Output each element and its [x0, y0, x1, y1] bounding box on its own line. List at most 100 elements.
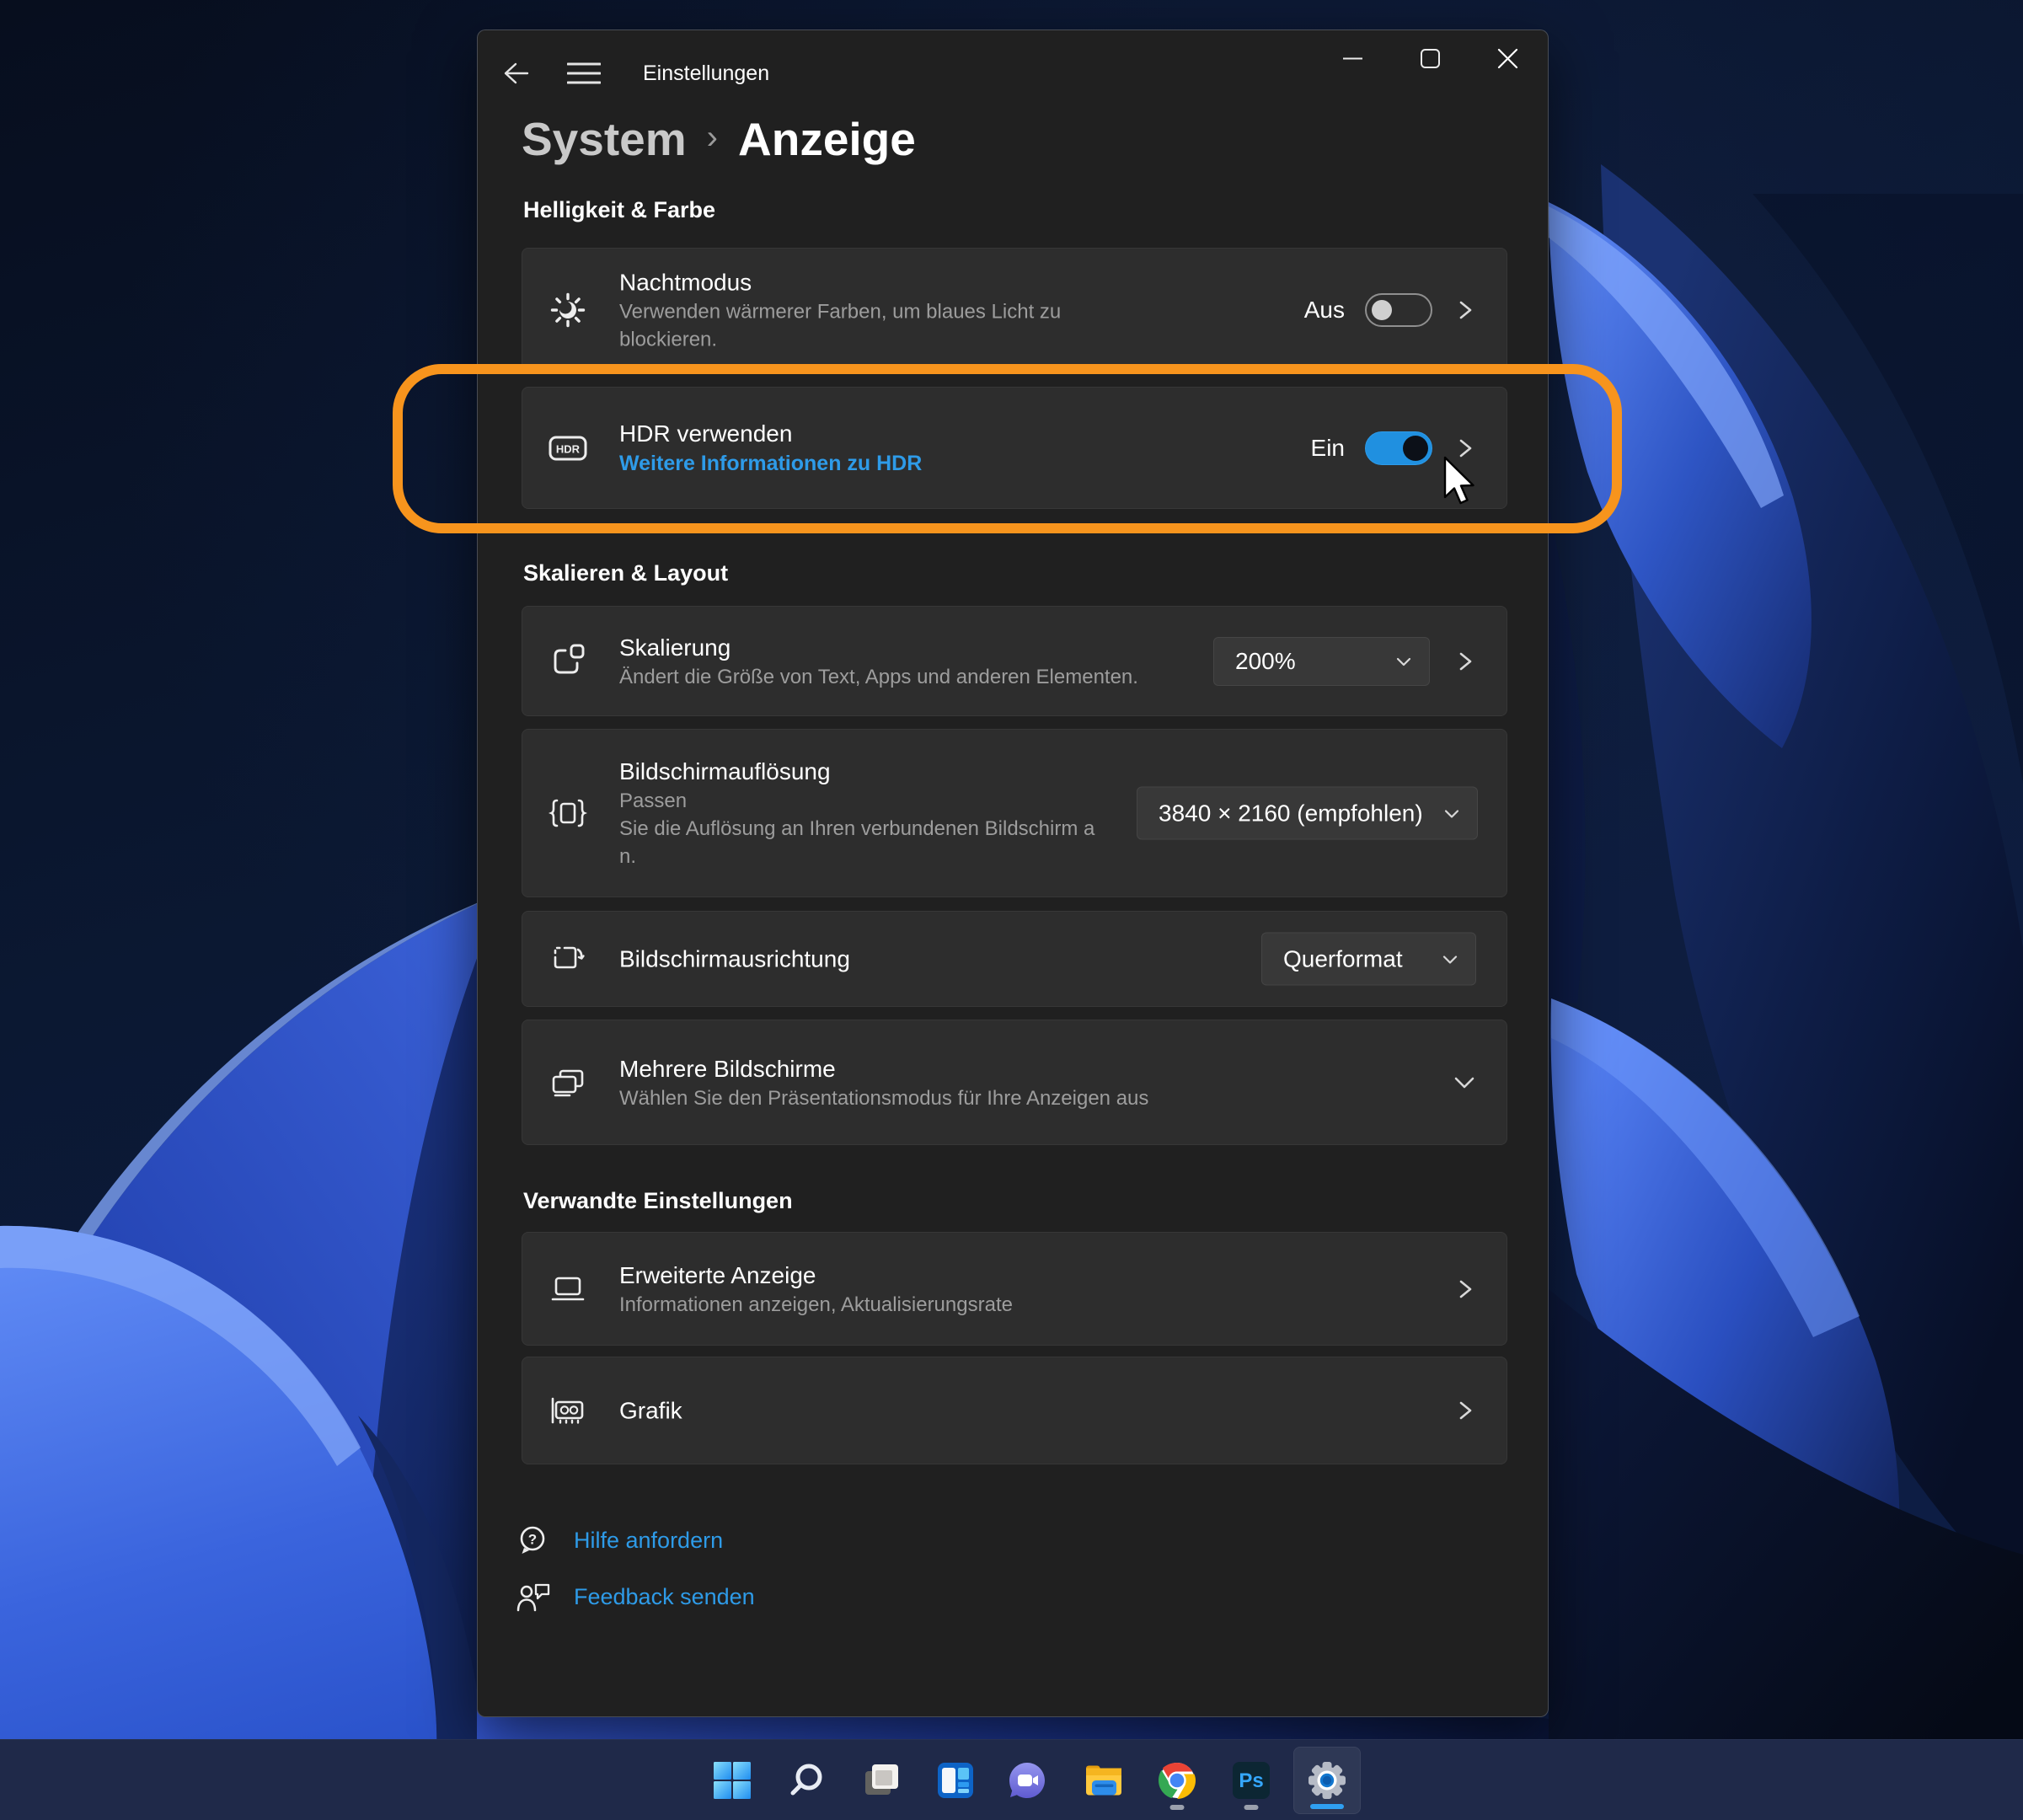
row-text-skalierung: Skalierung Ändert die Größe von Text, Ap…: [619, 632, 1138, 691]
maximize-button[interactable]: [1391, 30, 1469, 86]
row-title: Erweiterte Anzeige: [619, 1260, 1013, 1291]
row-text-grafik: Grafik: [619, 1395, 682, 1427]
toggle-knob: [1372, 300, 1392, 320]
row-text-nachtmodus: Nachtmodus Verwenden wärmerer Farben, um…: [619, 267, 1061, 354]
graphics-icon: [548, 1390, 588, 1431]
chevron-down-icon: [1395, 653, 1412, 670]
resolution-dropdown-value: 3840 × 2160 (empfohlen): [1159, 800, 1423, 827]
row-title: Skalierung: [619, 632, 1138, 663]
row-subtitle-line1: Verwenden wärmerer Farben, um blaues Lic…: [619, 298, 1061, 326]
chat-icon: [1007, 1760, 1047, 1801]
task-view-icon: [861, 1760, 902, 1801]
breadcrumb-system[interactable]: System: [522, 112, 687, 166]
help-question-glyph: ?: [528, 1532, 537, 1548]
back-button[interactable]: [501, 60, 530, 87]
multiple-displays-icon: [548, 1063, 588, 1103]
section-heading-related: Verwandte Einstellungen: [523, 1188, 793, 1214]
taskbar-task-view-button[interactable]: [848, 1747, 915, 1814]
row-text-ausrichtung: Bildschirmausrichtung: [619, 944, 850, 975]
active-indicator: [1310, 1804, 1344, 1809]
chevron-down-icon: [1443, 805, 1460, 822]
row-subtitle-line2: blockieren.: [619, 326, 1061, 354]
page-title: Anzeige: [738, 112, 916, 166]
get-help-label: Hilfe anfordern: [574, 1528, 723, 1554]
row-ausrichtung[interactable]: Bildschirmausrichtung Querformat: [522, 911, 1507, 1007]
section-heading-brightness: Helligkeit & Farbe: [523, 197, 715, 223]
resolution-dropdown[interactable]: 3840 × 2160 (empfohlen): [1137, 787, 1478, 840]
row-grafik[interactable]: Grafik: [522, 1357, 1507, 1464]
photoshop-icon: Ps: [1231, 1760, 1271, 1801]
orientation-icon: [548, 939, 588, 979]
send-feedback-label: Feedback senden: [574, 1584, 755, 1610]
taskbar-start-button[interactable]: [698, 1747, 766, 1814]
minimize-icon: [1342, 48, 1363, 69]
row-text-mehrere: Mehrere Bildschirme Wählen Sie den Präse…: [619, 1053, 1148, 1112]
taskbar-settings-button[interactable]: [1293, 1747, 1361, 1814]
taskbar-search-button[interactable]: [773, 1747, 841, 1814]
windows-start-icon: [712, 1760, 752, 1801]
row-subtitle-line2: Sie die Auflösung an Ihren verbundenen B…: [619, 815, 1094, 843]
row-subtitle: Informationen anzeigen, Aktualisierungsr…: [619, 1291, 1013, 1319]
row-title: Nachtmodus: [619, 267, 1061, 298]
minimize-button[interactable]: [1314, 30, 1391, 86]
row-subtitle-line3: n.: [619, 843, 1094, 870]
advanced-display-icon: [548, 1269, 588, 1309]
row-title: Grafik: [619, 1395, 682, 1427]
desktop: Einstellungen System › Anzeige Helligkei…: [0, 0, 2023, 1820]
photoshop-icon-label: Ps: [1239, 1769, 1263, 1792]
breadcrumb: System › Anzeige: [522, 112, 916, 166]
row-erweitert[interactable]: Erweiterte Anzeige Informationen anzeige…: [522, 1232, 1507, 1346]
nachtmodus-toggle[interactable]: [1365, 293, 1432, 327]
settings-window: Einstellungen System › Anzeige Helligkei…: [477, 29, 1549, 1717]
window-title: Einstellungen: [643, 62, 769, 85]
row-nachtmodus[interactable]: Nachtmodus Verwenden wärmerer Farben, um…: [522, 248, 1507, 372]
row-aufloesung[interactable]: Bildschirmauflösung Passen Sie die Auflö…: [522, 729, 1507, 897]
chevron-right-icon: [1454, 1400, 1476, 1421]
row-title: Bildschirmausrichtung: [619, 944, 850, 975]
taskbar-file-explorer-button[interactable]: [1070, 1747, 1137, 1814]
row-skalierung[interactable]: Skalierung Ändert die Größe von Text, Ap…: [522, 606, 1507, 716]
get-help-link[interactable]: ? Hilfe anfordern: [515, 1522, 723, 1559]
chevron-right-icon: [1454, 650, 1476, 672]
night-light-icon: [548, 290, 588, 330]
orientation-dropdown[interactable]: Querformat: [1261, 933, 1476, 986]
row-mehrere[interactable]: Mehrere Bildschirme Wählen Sie den Präse…: [522, 1020, 1507, 1145]
settings-gear-icon: [1306, 1759, 1348, 1801]
widgets-icon: [935, 1760, 976, 1801]
scale-dropdown[interactable]: 200%: [1213, 637, 1430, 686]
search-icon: [787, 1760, 827, 1801]
row-subtitle: Wählen Sie den Präsentationsmodus für Ih…: [619, 1084, 1148, 1112]
taskbar-widgets-button[interactable]: [922, 1747, 989, 1814]
chevron-right-icon: [1454, 1278, 1476, 1300]
taskbar-chat-button[interactable]: [993, 1747, 1061, 1814]
row-text-erweitert: Erweiterte Anzeige Informationen anzeige…: [619, 1260, 1013, 1319]
taskbar-chrome-button[interactable]: [1143, 1747, 1211, 1814]
help-icon: ?: [515, 1522, 552, 1559]
row-title: Bildschirmauflösung: [619, 756, 1094, 787]
mouse-cursor: [1442, 456, 1481, 511]
running-indicator: [1244, 1805, 1259, 1810]
scale-dropdown-value: 200%: [1235, 648, 1296, 675]
navigation-menu-button[interactable]: [567, 60, 601, 87]
close-button[interactable]: [1469, 30, 1546, 86]
row-title: Mehrere Bildschirme: [619, 1053, 1148, 1084]
row-subtitle-line1: Passen: [619, 787, 1094, 815]
orientation-dropdown-value: Querformat: [1283, 945, 1403, 972]
hamburger-icon: [567, 62, 601, 85]
chevron-right-icon: [1454, 299, 1476, 321]
breadcrumb-separator-icon: ›: [707, 119, 718, 157]
section-heading-scaling: Skalieren & Layout: [523, 560, 728, 586]
chrome-icon: [1157, 1760, 1197, 1801]
send-feedback-link[interactable]: Feedback senden: [515, 1578, 755, 1615]
back-arrow-icon: [501, 61, 530, 86]
highlight-annotation: [393, 364, 1622, 533]
chevron-down-icon: [1442, 950, 1458, 967]
running-indicator: [1170, 1805, 1185, 1810]
taskbar-photoshop-button[interactable]: Ps: [1218, 1747, 1285, 1814]
chevron-down-icon: [1453, 1071, 1476, 1095]
row-subtitle: Ändert die Größe von Text, Apps und ande…: [619, 663, 1138, 691]
close-icon: [1497, 48, 1518, 69]
feedback-icon: [515, 1578, 552, 1615]
row-text-aufloesung: Bildschirmauflösung Passen Sie die Auflö…: [619, 756, 1094, 870]
scale-icon: [548, 641, 588, 682]
